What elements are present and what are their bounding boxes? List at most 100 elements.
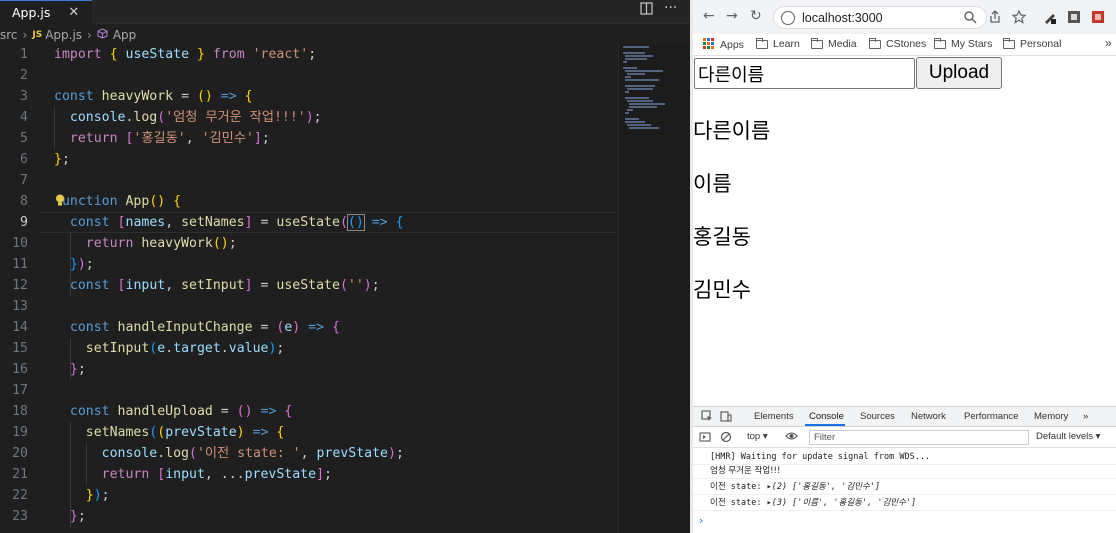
name-item: 이름 [693,172,732,196]
line-number: 4 [20,110,28,125]
share-icon[interactable] [988,9,1002,23]
extension-pen-icon[interactable] [1043,9,1057,24]
devtools-tab-bar: Elements Console Sources Network Perform… [693,407,1116,427]
line-number: 23 [12,509,28,524]
reload-icon[interactable]: ↻ [750,8,762,24]
code-line: console.log('엄청 무거운 작업!!!'); [69,110,322,125]
console-text: 엄청 무거운 작업!!! [710,466,781,476]
tab-sources[interactable]: Sources [860,411,895,422]
code-line: }); [69,257,94,272]
line-number: 3 [20,89,28,104]
tab-performance[interactable]: Performance [964,411,1018,422]
split-editor-icon[interactable] [640,2,653,19]
folder-icon [811,37,823,49]
code-line: const heavyWork = () => { [54,89,253,104]
bookmark-label: Learn [773,38,800,50]
info-icon[interactable] [781,10,795,25]
bookmark-label: My Stars [951,38,993,50]
console-toolbar: top ▾ Filter Default levels ▾ [693,427,1116,448]
console-array-value[interactable]: ▸(3) ['이름', '홍길동', '김민수'] [767,498,917,508]
address-bar[interactable]: localhost:3000 [773,6,987,29]
close-icon[interactable]: ✕ [68,5,79,20]
line-number: 1 [20,47,28,62]
tabs-overflow[interactable]: » [1083,411,1088,422]
folder-icon [756,37,768,49]
browser-window: ← → ↻ localhost:3000 Apps Learn Media CS… [693,0,1116,533]
console-message[interactable]: 이전 state: ▸(3) ['이름', '홍길동', '김민수'] [693,495,1116,511]
console-message: 엄청 무거운 작업!!! [693,463,1116,479]
line-number: 16 [12,362,28,377]
code-area[interactable]: import { useState } from 'react'; const … [54,44,614,533]
code-line: const handleInputChange = (e) => { [69,320,340,335]
inspect-icon[interactable] [701,410,713,425]
bookmark-my-stars[interactable]: My Stars [934,37,993,50]
console-filter-input[interactable]: Filter [809,430,1029,445]
lightbulb-icon[interactable] [55,192,65,206]
line-number: 22 [12,488,28,503]
console-array-value[interactable]: ▸(2) ['홍길동', '김민수'] [767,482,880,492]
zoom-icon[interactable] [963,9,977,24]
extension-icon[interactable] [1067,9,1081,23]
url-text: localhost:3000 [802,10,883,25]
eye-icon[interactable] [785,431,798,444]
folder-icon [934,37,946,49]
code-line: return [input, ...prevState]; [101,467,332,482]
bookmarks-bar: Apps Learn Media CStones My Stars Person… [693,34,1116,56]
bookmarks-overflow[interactable]: » [1105,36,1112,50]
line-number: 12 [12,278,28,293]
line-number: 14 [12,320,28,335]
device-toolbar-icon[interactable] [720,410,732,425]
code-editor[interactable]: App.js ✕ ··· src › JS App.js › App 1 2 3… [0,0,690,533]
line-number: 21 [12,467,28,482]
clear-console-icon[interactable] [720,431,732,446]
breadcrumb: src › JS App.js › App [0,26,690,44]
tab-network[interactable]: Network [911,411,946,422]
line-number: 6 [20,152,28,167]
code-line: const [names, setNames] = useState(() =>… [69,214,404,231]
bookmark-personal[interactable]: Personal [1003,37,1061,50]
tab-memory[interactable]: Memory [1034,411,1068,422]
line-number: 19 [12,425,28,440]
breadcrumb-folder[interactable]: src [0,28,18,42]
name-input[interactable] [694,58,915,89]
folder-icon [1003,37,1015,49]
line-number-active: 9 [20,215,28,230]
breadcrumb-symbol[interactable]: App [113,28,136,42]
editor-tab-bar: App.js ✕ ··· [0,0,690,24]
more-actions-icon[interactable]: ··· [664,0,677,16]
code-line: setNames((prevState) => { [85,425,285,440]
chevron-right-icon: › [87,28,92,42]
line-number: 18 [12,404,28,419]
breadcrumb-file[interactable]: App.js [45,28,82,42]
tab-app-js[interactable]: App.js ✕ [0,0,92,24]
star-icon[interactable] [1011,9,1027,24]
code-line: const [input, setInput] = useState(''); [69,278,380,293]
line-number: 20 [12,446,28,461]
back-icon[interactable]: ← [703,8,715,24]
console-label: 이전 state: [710,482,762,492]
bookmark-cstones[interactable]: CStones [869,37,926,50]
bookmark-media[interactable]: Media [811,37,857,50]
upload-button[interactable]: Upload [916,57,1002,89]
log-levels-select[interactable]: Default levels ▾ [1036,431,1100,442]
name-item: 다른이름 [693,119,771,143]
folder-icon [869,37,881,49]
tab-elements[interactable]: Elements [754,411,794,422]
bookmark-apps[interactable]: Apps [703,38,744,52]
minimap[interactable] [618,44,690,533]
bookmark-learn[interactable]: Learn [756,37,800,50]
code-line: unction App() { [61,194,182,209]
tab-console[interactable]: Console [809,411,844,422]
code-line: import { useState } from 'react'; [54,47,317,62]
sidebar-toggle-icon[interactable] [699,431,711,446]
cube-icon [97,28,108,42]
code-line: }; [69,362,86,377]
console-message[interactable]: 이전 state: ▸(2) ['홍길동', '김민수'] [693,479,1116,495]
bookmark-label: Apps [720,39,744,51]
chevron-right-icon: › [22,28,28,42]
selected-tab-indicator [805,424,845,426]
extension-icon-red[interactable] [1091,9,1105,23]
forward-icon[interactable]: → [726,8,738,24]
console-prompt[interactable]: › [699,514,703,527]
context-select[interactable]: top ▾ [747,431,768,442]
